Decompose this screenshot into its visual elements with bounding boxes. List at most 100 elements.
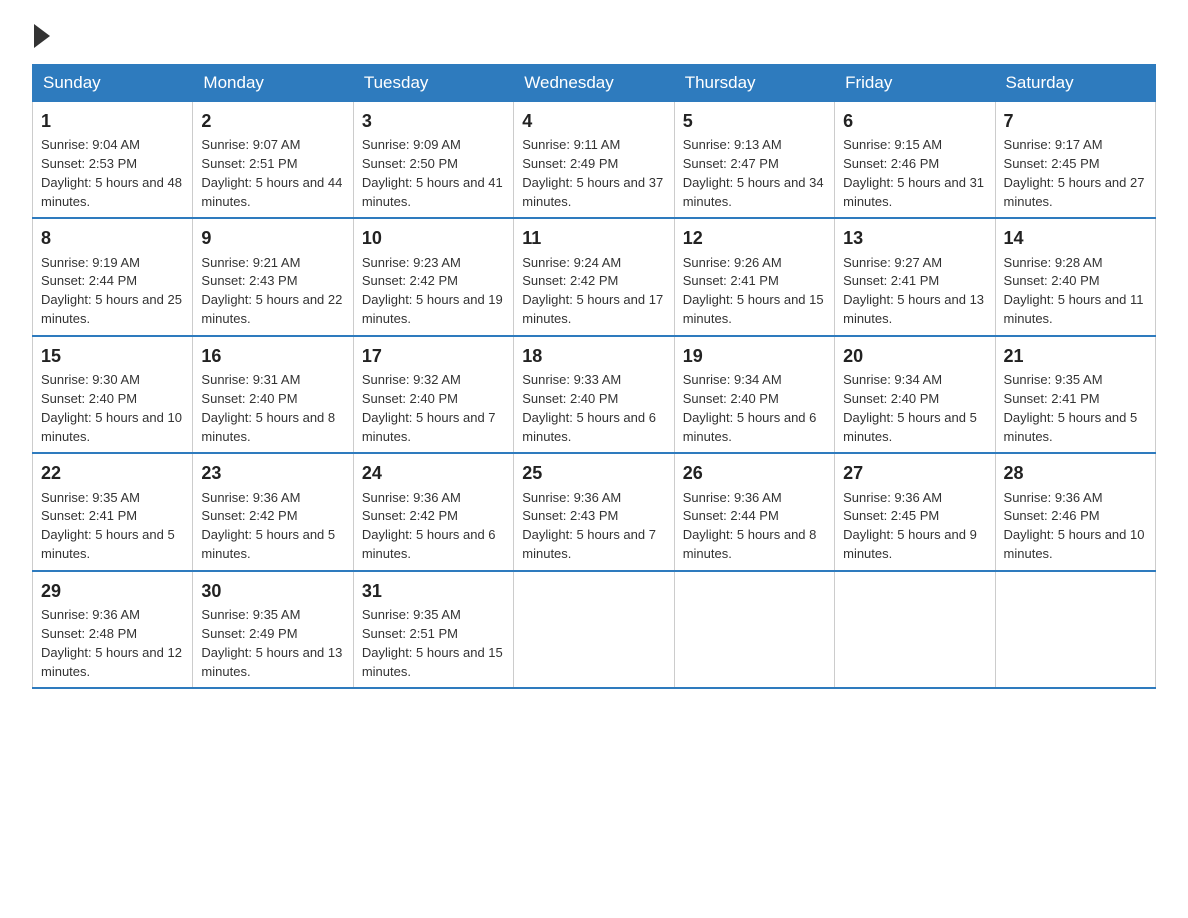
calendar-week-5: 29 Sunrise: 9:36 AMSunset: 2:48 PMDayligh… <box>33 571 1156 688</box>
day-info: Sunrise: 9:34 AMSunset: 2:40 PMDaylight:… <box>843 372 977 444</box>
day-info: Sunrise: 9:35 AMSunset: 2:41 PMDaylight:… <box>41 490 175 562</box>
day-number: 29 <box>41 578 184 604</box>
calendar-cell: 5 Sunrise: 9:13 AMSunset: 2:47 PMDaylight… <box>674 102 834 219</box>
day-info: Sunrise: 9:07 AMSunset: 2:51 PMDaylight:… <box>201 137 342 209</box>
calendar-week-4: 22Sunrise: 9:35 AMSunset: 2:41 PMDayligh… <box>33 453 1156 570</box>
day-info: Sunrise: 9:11 AMSunset: 2:49 PMDaylight:… <box>522 137 663 209</box>
day-number: 16 <box>201 343 344 369</box>
day-info: Sunrise: 9:36 AMSunset: 2:48 PMDaylight:… <box>41 607 182 679</box>
day-number: 25 <box>522 460 665 486</box>
day-info: Sunrise: 9:36 AMSunset: 2:44 PMDaylight:… <box>683 490 817 562</box>
day-info: Sunrise: 9:23 AMSunset: 2:42 PMDaylight:… <box>362 255 503 327</box>
day-number: 6 <box>843 108 986 134</box>
weekday-header-wednesday: Wednesday <box>514 65 674 102</box>
weekday-header-thursday: Thursday <box>674 65 834 102</box>
day-number: 4 <box>522 108 665 134</box>
calendar-cell: 26 Sunrise: 9:36 AMSunset: 2:44 PMDayligh… <box>674 453 834 570</box>
calendar-cell: 31 Sunrise: 9:35 AMSunset: 2:51 PMDayligh… <box>353 571 513 688</box>
day-number: 8 <box>41 225 184 251</box>
day-info: Sunrise: 9:15 AMSunset: 2:46 PMDaylight:… <box>843 137 984 209</box>
calendar-cell: 18 Sunrise: 9:33 AMSunset: 2:40 PMDayligh… <box>514 336 674 453</box>
day-info: Sunrise: 9:36 AMSunset: 2:43 PMDaylight:… <box>522 490 656 562</box>
calendar-cell: 17Sunrise: 9:32 AMSunset: 2:40 PMDayligh… <box>353 336 513 453</box>
calendar-cell: 27Sunrise: 9:36 AMSunset: 2:45 PMDayligh… <box>835 453 995 570</box>
calendar-header: SundayMondayTuesdayWednesdayThursdayFrid… <box>33 65 1156 102</box>
calendar-cell: 19 Sunrise: 9:34 AMSunset: 2:40 PMDayligh… <box>674 336 834 453</box>
calendar-cell: 8 Sunrise: 9:19 AMSunset: 2:44 PMDaylight… <box>33 218 193 335</box>
day-number: 17 <box>362 343 505 369</box>
weekday-header-saturday: Saturday <box>995 65 1155 102</box>
calendar-cell: 3 Sunrise: 9:09 AMSunset: 2:50 PMDaylight… <box>353 102 513 219</box>
day-number: 5 <box>683 108 826 134</box>
day-info: Sunrise: 9:27 AMSunset: 2:41 PMDaylight:… <box>843 255 984 327</box>
calendar-week-1: 1 Sunrise: 9:04 AMSunset: 2:53 PMDaylight… <box>33 102 1156 219</box>
calendar-cell: 24 Sunrise: 9:36 AMSunset: 2:42 PMDayligh… <box>353 453 513 570</box>
day-info: Sunrise: 9:35 AMSunset: 2:49 PMDaylight:… <box>201 607 342 679</box>
day-number: 18 <box>522 343 665 369</box>
day-info: Sunrise: 9:17 AMSunset: 2:45 PMDaylight:… <box>1004 137 1145 209</box>
calendar-cell: 15 Sunrise: 9:30 AMSunset: 2:40 PMDayligh… <box>33 336 193 453</box>
day-info: Sunrise: 9:33 AMSunset: 2:40 PMDaylight:… <box>522 372 656 444</box>
calendar-cell <box>995 571 1155 688</box>
day-info: Sunrise: 9:34 AMSunset: 2:40 PMDaylight:… <box>683 372 817 444</box>
day-number: 21 <box>1004 343 1147 369</box>
calendar-cell: 25 Sunrise: 9:36 AMSunset: 2:43 PMDayligh… <box>514 453 674 570</box>
day-number: 7 <box>1004 108 1147 134</box>
day-number: 31 <box>362 578 505 604</box>
calendar-cell: 28Sunrise: 9:36 AMSunset: 2:46 PMDayligh… <box>995 453 1155 570</box>
day-number: 14 <box>1004 225 1147 251</box>
calendar-cell: 10Sunrise: 9:23 AMSunset: 2:42 PMDayligh… <box>353 218 513 335</box>
calendar-cell: 23 Sunrise: 9:36 AMSunset: 2:42 PMDayligh… <box>193 453 353 570</box>
day-number: 23 <box>201 460 344 486</box>
weekday-header-monday: Monday <box>193 65 353 102</box>
day-number: 19 <box>683 343 826 369</box>
day-number: 2 <box>201 108 344 134</box>
calendar-week-3: 15 Sunrise: 9:30 AMSunset: 2:40 PMDayligh… <box>33 336 1156 453</box>
day-info: Sunrise: 9:24 AMSunset: 2:42 PMDaylight:… <box>522 255 663 327</box>
day-info: Sunrise: 9:36 AMSunset: 2:46 PMDaylight:… <box>1004 490 1145 562</box>
calendar-body: 1 Sunrise: 9:04 AMSunset: 2:53 PMDaylight… <box>33 102 1156 689</box>
calendar-cell: 7 Sunrise: 9:17 AMSunset: 2:45 PMDaylight… <box>995 102 1155 219</box>
day-info: Sunrise: 9:13 AMSunset: 2:47 PMDaylight:… <box>683 137 824 209</box>
calendar-cell: 1 Sunrise: 9:04 AMSunset: 2:53 PMDaylight… <box>33 102 193 219</box>
logo <box>32 24 50 48</box>
day-number: 24 <box>362 460 505 486</box>
day-info: Sunrise: 9:36 AMSunset: 2:42 PMDaylight:… <box>362 490 496 562</box>
calendar-cell: 16Sunrise: 9:31 AMSunset: 2:40 PMDayligh… <box>193 336 353 453</box>
calendar-cell <box>674 571 834 688</box>
day-number: 30 <box>201 578 344 604</box>
page-header <box>32 24 1156 48</box>
calendar-cell: 14 Sunrise: 9:28 AMSunset: 2:40 PMDayligh… <box>995 218 1155 335</box>
day-number: 26 <box>683 460 826 486</box>
weekday-header-tuesday: Tuesday <box>353 65 513 102</box>
calendar-cell: 4 Sunrise: 9:11 AMSunset: 2:49 PMDaylight… <box>514 102 674 219</box>
day-info: Sunrise: 9:35 AMSunset: 2:41 PMDaylight:… <box>1004 372 1138 444</box>
day-info: Sunrise: 9:30 AMSunset: 2:40 PMDaylight:… <box>41 372 182 444</box>
day-number: 27 <box>843 460 986 486</box>
day-info: Sunrise: 9:35 AMSunset: 2:51 PMDaylight:… <box>362 607 503 679</box>
day-number: 12 <box>683 225 826 251</box>
day-info: Sunrise: 9:26 AMSunset: 2:41 PMDaylight:… <box>683 255 824 327</box>
day-number: 3 <box>362 108 505 134</box>
day-info: Sunrise: 9:28 AMSunset: 2:40 PMDaylight:… <box>1004 255 1144 327</box>
calendar-cell: 12 Sunrise: 9:26 AMSunset: 2:41 PMDayligh… <box>674 218 834 335</box>
calendar-cell: 22Sunrise: 9:35 AMSunset: 2:41 PMDayligh… <box>33 453 193 570</box>
weekday-header-friday: Friday <box>835 65 995 102</box>
calendar-cell: 30 Sunrise: 9:35 AMSunset: 2:49 PMDayligh… <box>193 571 353 688</box>
day-info: Sunrise: 9:36 AMSunset: 2:42 PMDaylight:… <box>201 490 335 562</box>
calendar-cell: 20 Sunrise: 9:34 AMSunset: 2:40 PMDayligh… <box>835 336 995 453</box>
day-info: Sunrise: 9:09 AMSunset: 2:50 PMDaylight:… <box>362 137 503 209</box>
calendar-table: SundayMondayTuesdayWednesdayThursdayFrid… <box>32 64 1156 689</box>
day-number: 15 <box>41 343 184 369</box>
day-number: 13 <box>843 225 986 251</box>
day-info: Sunrise: 9:19 AMSunset: 2:44 PMDaylight:… <box>41 255 182 327</box>
day-number: 9 <box>201 225 344 251</box>
day-number: 20 <box>843 343 986 369</box>
calendar-cell: 21 Sunrise: 9:35 AMSunset: 2:41 PMDayligh… <box>995 336 1155 453</box>
day-info: Sunrise: 9:21 AMSunset: 2:43 PMDaylight:… <box>201 255 342 327</box>
day-number: 1 <box>41 108 184 134</box>
day-info: Sunrise: 9:04 AMSunset: 2:53 PMDaylight:… <box>41 137 182 209</box>
calendar-cell: 11Sunrise: 9:24 AMSunset: 2:42 PMDayligh… <box>514 218 674 335</box>
calendar-cell: 6 Sunrise: 9:15 AMSunset: 2:46 PMDaylight… <box>835 102 995 219</box>
calendar-cell: 29 Sunrise: 9:36 AMSunset: 2:48 PMDayligh… <box>33 571 193 688</box>
